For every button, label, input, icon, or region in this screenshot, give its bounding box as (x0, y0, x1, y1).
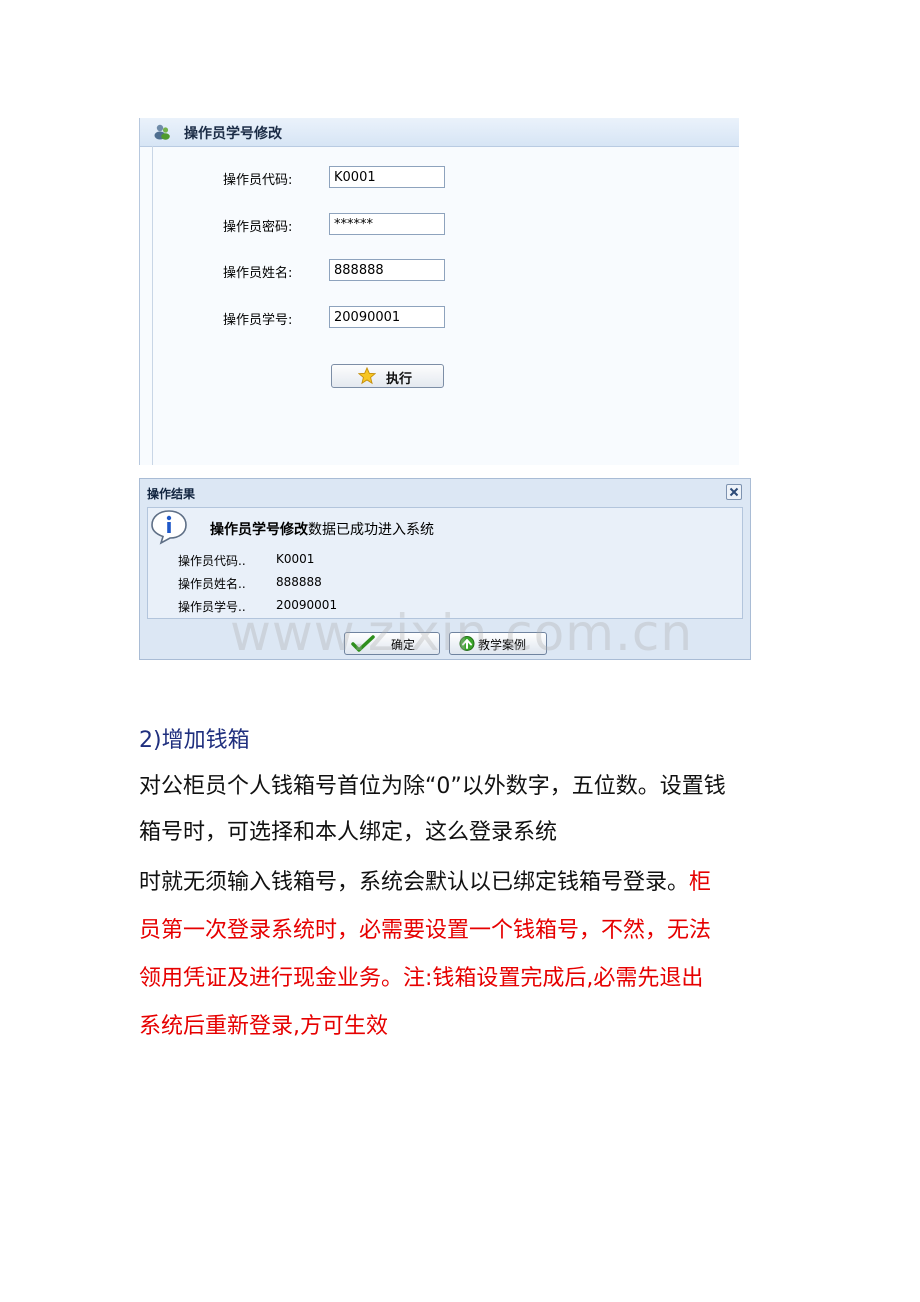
operator-password-input[interactable] (329, 213, 445, 235)
paragraph-red-line: 系统后重新登录,方可生效 (139, 1014, 388, 1039)
watermark: www.zixin.com.cn (230, 604, 694, 662)
paragraph-text: 时就无须输入钱箱号，系统会默认以已绑定钱箱号登录。 (139, 870, 690, 895)
section-heading: 2)增加钱箱 (139, 728, 250, 753)
users-icon (154, 124, 170, 140)
paragraph-line: 时就无须输入钱箱号，系统会默认以已绑定钱箱号登录。柜 (139, 864, 789, 902)
operator-code-label: 操作员代码: (223, 173, 293, 188)
operator-student-id-label: 操作员学号: (223, 313, 293, 328)
execute-button[interactable]: 执行 (331, 364, 444, 388)
dialog-body: 操作员学号修改数据已成功进入系统 操作员代码.. K0001 操作员姓名.. 8… (147, 507, 743, 619)
paragraph-red-line: 员第一次登录系统时，必需要设置一个钱箱号，不然，无法 (139, 918, 712, 943)
operator-name-input[interactable] (329, 259, 445, 281)
result-line-value: 888888 (276, 575, 322, 589)
panel-title: 操作员学号修改 (184, 126, 282, 142)
info-icon (151, 510, 187, 545)
operator-id-edit-panel: 操作员学号修改 操作员代码: 操作员密码: 操作员姓名: 操作员学号: 执行 (139, 118, 739, 465)
result-line: 操作员代码.. K0001 (178, 552, 314, 569)
execute-button-label: 执行 (386, 372, 413, 387)
operator-code-input[interactable] (329, 166, 445, 188)
paragraph-line: 箱号时，可选择和本人绑定，这么登录系统 (139, 820, 558, 845)
result-line-label: 操作员代码.. (178, 554, 246, 568)
result-message-bold: 操作员学号修改 (210, 522, 308, 538)
panel-header: 操作员学号修改 (140, 118, 739, 147)
result-message: 操作员学号修改数据已成功进入系统 (210, 519, 434, 539)
panel-divider (152, 146, 153, 465)
star-icon (358, 367, 376, 385)
paragraph-red-line: 领用凭证及进行现金业务。注:钱箱设置完成后,必需先退出 (139, 966, 704, 991)
operator-name-label: 操作员姓名: (223, 266, 293, 281)
operator-student-id-input[interactable] (329, 306, 445, 328)
paragraph-line: 对公柜员个人钱箱号首位为除“0”以外数字，五位数。设置钱 (139, 774, 726, 799)
close-icon (729, 487, 739, 497)
result-message-rest: 数据已成功进入系统 (308, 522, 434, 538)
result-line-label: 操作员姓名.. (178, 577, 246, 591)
dialog-title: 操作结果 (147, 487, 196, 501)
result-line-value: K0001 (276, 552, 315, 566)
close-button[interactable] (726, 484, 742, 500)
paragraph-red-text: 柜 (689, 870, 712, 895)
operator-password-label: 操作员密码: (223, 220, 293, 235)
result-line: 操作员姓名.. 888888 (178, 575, 322, 592)
